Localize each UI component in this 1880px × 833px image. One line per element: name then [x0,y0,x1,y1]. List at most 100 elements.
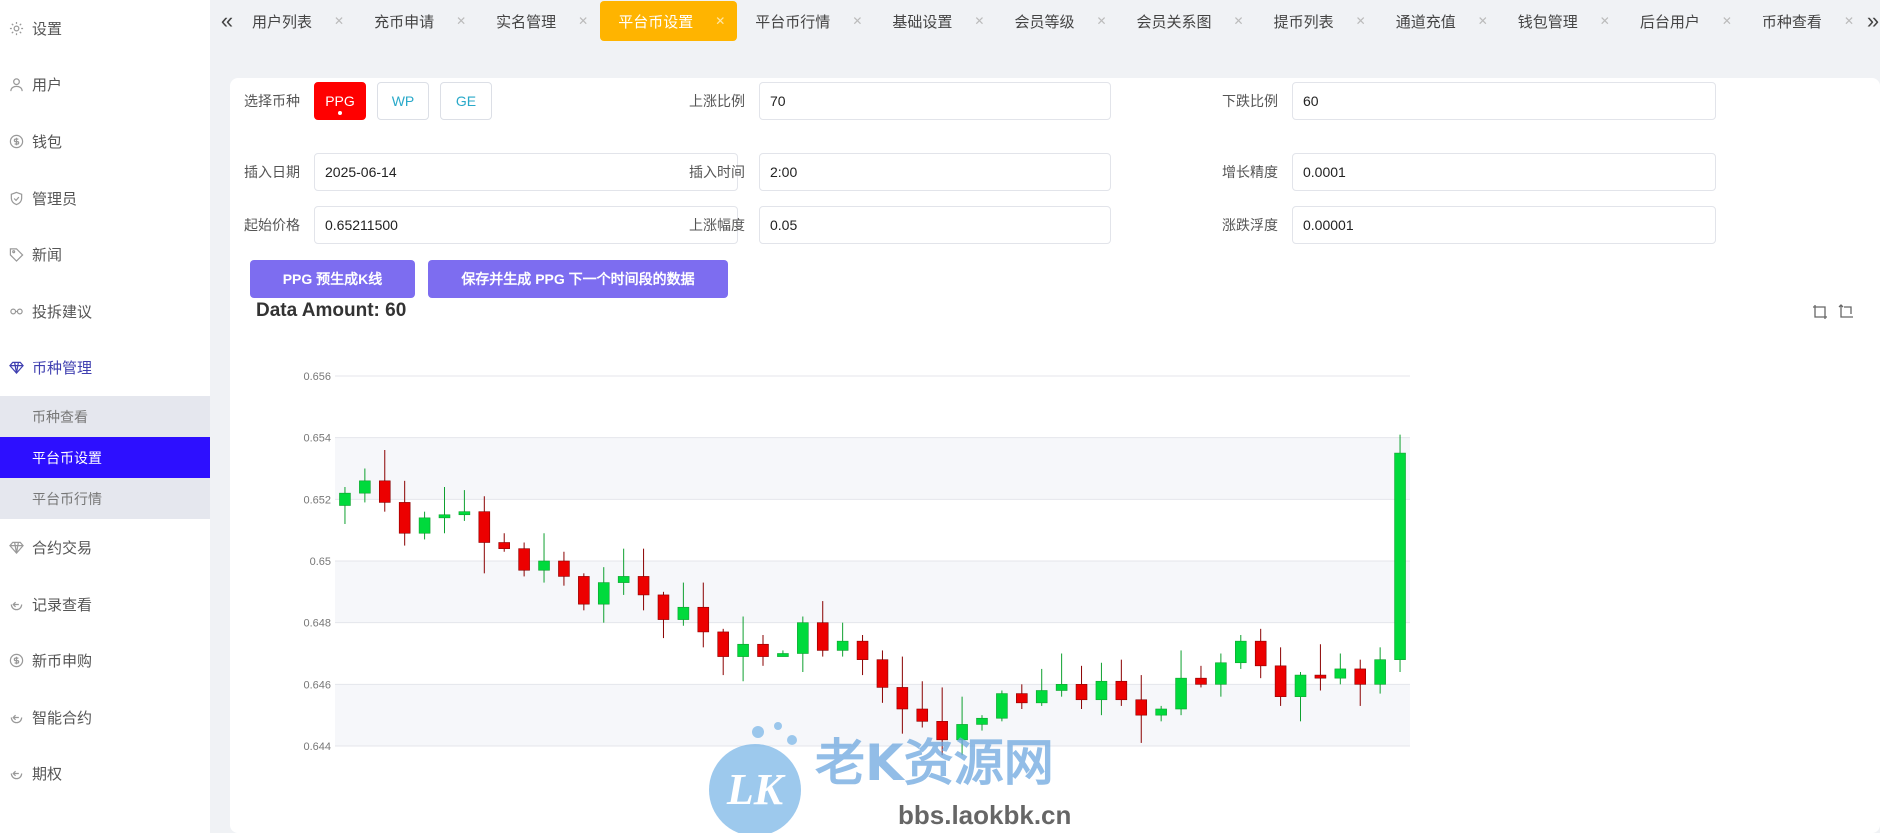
link-icon [8,303,24,319]
sidebar-subitem[interactable]: 币种查看 [0,396,210,437]
sidebar-item-label: 新闻 [32,247,63,265]
candle-body [1115,680,1128,701]
sidebar-item-label: 钱包 [32,133,63,151]
tab[interactable]: 充币申请 ✕ [356,0,478,42]
sidebar-item[interactable]: 期权 [0,746,210,803]
candle-body [518,548,530,571]
chart-band [335,437,1410,500]
tab-close-icon[interactable]: ✕ [852,14,862,28]
candle-body [398,502,411,534]
tab-close-icon[interactable]: ✕ [1722,14,1732,28]
sidebar-subitem[interactable]: 平台币设置 [0,437,210,479]
candle-body [378,480,391,503]
tab-close-icon[interactable]: ✕ [1600,14,1610,28]
fall-ratio-label: 下跌比例 [1222,93,1278,109]
tab-close-icon[interactable]: ✕ [974,14,984,28]
tab-close-icon[interactable]: ✕ [1844,14,1854,28]
tab[interactable]: 通道充值 ✕ [1378,0,1500,42]
candle-body [1135,699,1148,716]
tab-close-icon[interactable]: ✕ [1234,14,1244,28]
start-price-row: 起始价格 0.65211500 [230,206,738,244]
tab-label: 实名管理 [496,13,557,31]
candle-body [418,517,431,534]
tab-close-icon[interactable]: ✕ [1478,14,1488,28]
sidebar-item[interactable]: 用户 [0,57,210,114]
tab[interactable]: 基础设置 ✕ [874,0,996,42]
tab[interactable]: 平台币行情 ✕ [737,0,874,42]
y-tick-label: 0.654 [303,433,331,445]
sidebar-item[interactable]: 设置 [0,0,210,57]
sidebar-item[interactable]: 管理员 [0,170,210,227]
candle-body [578,576,590,605]
tab-close-icon[interactable]: ✕ [1356,14,1366,28]
coin-select-row: 选择币种 PPG WP GE [230,82,503,120]
fall-ratio-row: 下跌比例 60 [1208,82,1716,120]
insert-time-input[interactable]: 2:00 [759,153,1111,191]
tab-close-icon[interactable]: ✕ [1096,14,1106,28]
candle-body [1195,677,1207,685]
tabs-scroll-left-icon[interactable]: « [220,8,234,34]
gear-icon [8,20,24,36]
sidebar-item[interactable]: 智能合约 [0,689,210,746]
sidebar-item[interactable]: 钱包 [0,113,210,170]
tab[interactable]: 钱包管理 ✕ [1500,0,1622,42]
sidebar: 设置 用户钱包管理员新闻投拆建议 币种管理 币种查看 平台币设置 平台币行情合约交易记录查… [0,0,210,833]
candle-body [558,560,570,577]
y-tick-label: 0.648 [303,618,331,630]
growth-precision-input[interactable]: 0.0001 [1292,153,1716,191]
sidebar-subitem[interactable]: 平台币行情 [0,478,210,519]
sidebar-item[interactable]: 新币申购 [0,632,210,689]
coin-option-button[interactable]: GE [440,82,492,120]
coin-select-group: PPG WP GE [314,82,503,120]
tab-close-icon[interactable]: ✕ [715,14,725,28]
tab[interactable]: 实名管理 ✕ [478,0,600,42]
tab[interactable]: 会员关系图 ✕ [1119,0,1256,42]
watermark-title: 老K资源网 [815,734,1054,792]
rise-ratio-input[interactable]: 70 [759,82,1111,120]
sidebar-item[interactable]: 币种管理 [0,340,210,397]
tab[interactable]: 币种查看 ✕ [1744,0,1866,42]
sidebar-item[interactable]: 投拆建议 [0,283,210,340]
tab-label: 钱包管理 [1517,13,1578,31]
tab-label: 用户列表 [251,13,312,31]
coin-option-button[interactable]: WP [377,82,429,120]
insert-time-label: 插入时间 [689,164,745,180]
rise-amp-input[interactable]: 0.05 [759,206,1111,244]
tab[interactable]: 提币列表 ✕ [1256,0,1378,42]
watermark: LK 老K资源网 bbs.laokbk.cn [709,722,1071,833]
tab[interactable]: 用户列表 ✕ [234,0,356,42]
tab[interactable]: 会员等级 ✕ [996,0,1118,42]
tab-label: 通道充值 [1395,13,1456,31]
candle-body [617,576,630,583]
tab-label: 后台用户 [1639,13,1700,31]
coin-select-label: 选择币种 [244,93,300,109]
coin-option-button[interactable]: PPG [314,82,366,120]
tab-close-icon[interactable]: ✕ [456,14,466,28]
tab[interactable]: 平台币设置 ✕ [600,1,738,41]
candle-body [1055,684,1068,691]
fluct-row: 涨跌浮度 0.00001 [1208,206,1716,244]
y-tick-label: 0.656 [303,371,331,383]
user-icon [8,77,24,93]
sidebar-item[interactable]: 新闻 [0,226,210,283]
fluct-input[interactable]: 0.00001 [1292,206,1716,244]
sidebar-item-label: 合约交易 [32,539,93,557]
tab[interactable]: 后台用户 ✕ [1622,0,1744,42]
candle-body [1155,708,1167,716]
tab-close-icon[interactable]: ✕ [334,14,344,28]
tab-close-icon[interactable]: ✕ [578,14,588,28]
candle-body [697,606,710,633]
tabs-scroll-right-icon[interactable]: » [1866,8,1880,34]
sidebar-item[interactable]: 合约交易 [0,519,210,576]
candle-body [996,693,1008,719]
circle-arrow-icon [8,766,24,782]
tab-label: 充币申请 [374,13,435,31]
candle-body [677,606,690,620]
sidebar-item[interactable]: 记录查看 [0,576,210,633]
fall-ratio-input[interactable]: 60 [1292,82,1716,120]
circle-arrow-icon [8,596,24,612]
candle-body [876,659,889,688]
y-tick-label: 0.652 [303,494,331,506]
watermark-url: bbs.laokbk.cn [898,800,1071,830]
diamond-icon [8,360,24,376]
